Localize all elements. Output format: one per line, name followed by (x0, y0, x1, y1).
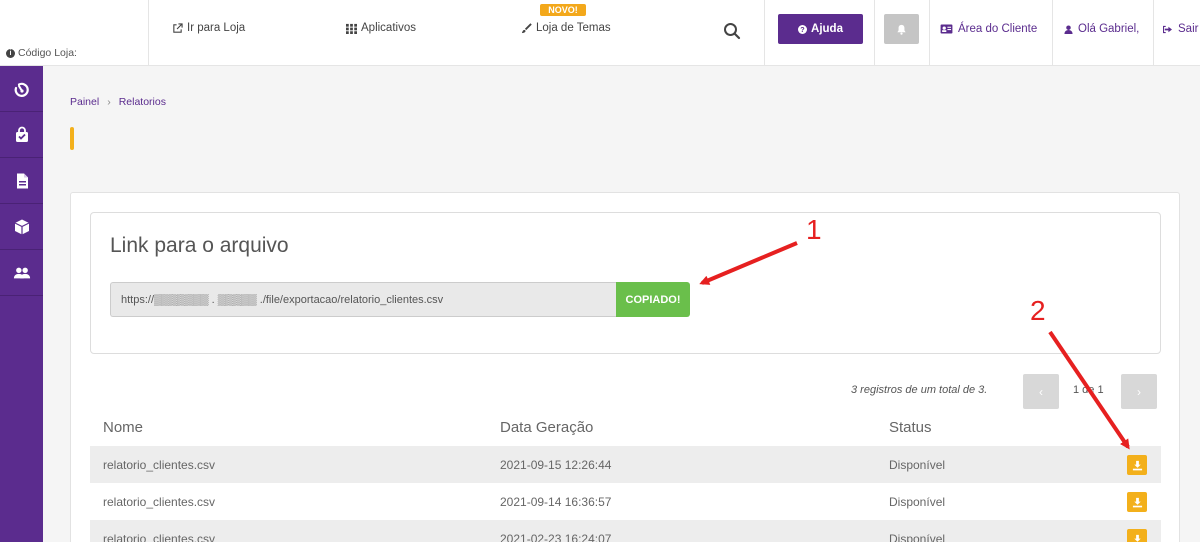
theme-store-link[interactable]: Loja de Temas (521, 22, 611, 34)
divider (874, 0, 875, 66)
id-card-icon (940, 24, 953, 34)
sidebar-item-orders[interactable] (0, 112, 43, 158)
store-code: i Código Loja: (6, 47, 77, 59)
chevron-right-icon: › (1137, 384, 1141, 399)
divider (148, 0, 149, 66)
apps-label: Aplicativos (361, 22, 416, 34)
chevron-left-icon: ‹ (1039, 384, 1043, 399)
info-icon: i (6, 48, 15, 58)
title-accent-bar (70, 127, 74, 150)
dashboard-icon (14, 82, 29, 97)
download-icon (1132, 497, 1142, 507)
logout-link[interactable]: Sair (1162, 23, 1198, 35)
download-icon (1132, 460, 1142, 470)
sidebar (0, 66, 43, 542)
divider (1052, 0, 1053, 66)
notifications-button[interactable] (884, 14, 919, 44)
table-row: relatorio_clientes.csv 2021-09-15 12:26:… (90, 446, 1161, 483)
sidebar-item-dashboard[interactable] (0, 66, 43, 112)
status: Disponível (889, 532, 946, 542)
paintbrush-icon (521, 22, 532, 33)
theme-store-label: Loja de Temas (536, 22, 611, 34)
next-page-button[interactable]: › (1121, 374, 1157, 409)
file-url-field[interactable]: https://▒▒▒▒▒▒▒ . ▒▒▒▒▒ ./file/exportaca… (110, 282, 616, 317)
status: Disponível (889, 495, 946, 509)
breadcrumb-reports: Relatorios (118, 96, 166, 108)
sidebar-item-products[interactable] (0, 204, 43, 250)
help-label: Ajuda (811, 23, 843, 35)
breadcrumb: Painel › Relatorios (70, 96, 166, 108)
breadcrumb-panel[interactable]: Painel (70, 96, 99, 108)
breadcrumb-separator: › (107, 96, 111, 108)
file-name: relatorio_clientes.csv (103, 458, 216, 472)
column-header-name[interactable]: Nome (103, 419, 143, 436)
logout-label: Sair (1178, 23, 1199, 35)
divider (764, 0, 765, 66)
apps-link[interactable]: Aplicativos (346, 22, 416, 34)
copy-button[interactable]: COPIADO! (616, 282, 690, 317)
download-button[interactable] (1127, 492, 1147, 512)
external-link-icon (173, 22, 183, 33)
previous-page-button[interactable]: ‹ (1023, 374, 1059, 409)
user-icon (1064, 24, 1073, 34)
divider (929, 0, 930, 66)
store-code-label: Código Loja: (18, 47, 77, 59)
user-greeting[interactable]: Olá Gabriel, (1064, 23, 1139, 35)
column-header-date[interactable]: Data Geração (500, 419, 593, 436)
go-to-store-label: Ir para Loja (187, 22, 246, 34)
column-header-status[interactable]: Status (889, 419, 932, 436)
sidebar-item-customers[interactable] (0, 250, 43, 296)
status: Disponível (889, 458, 946, 472)
top-bar: i Código Loja: Ir para Loja Aplicativos … (0, 0, 1200, 66)
go-to-store-link[interactable]: Ir para Loja (172, 22, 245, 34)
question-icon: ? (798, 24, 808, 34)
client-area-label: Área do Cliente (958, 23, 1038, 35)
search-icon[interactable] (723, 22, 741, 40)
bell-icon (897, 24, 906, 35)
help-button[interactable]: ? Ajuda (778, 14, 863, 44)
file-name: relatorio_clientes.csv (103, 532, 216, 542)
annotation-number-2: 2 (1030, 295, 1046, 326)
shopping-bag-icon (15, 126, 28, 142)
generation-date: 2021-02-23 16:24:07 (500, 532, 612, 542)
grid-icon (346, 23, 357, 34)
file-link-title: Link para o arquivo (110, 234, 289, 257)
download-icon (1133, 534, 1141, 542)
sidebar-item-reports[interactable] (0, 158, 43, 204)
records-info: 3 registros de um total de 3. (851, 384, 988, 396)
divider (1153, 0, 1154, 66)
client-area-link[interactable]: Área do Cliente (940, 23, 1037, 35)
table-row: relatorio_clientes.csv 2021-09-14 16:36:… (90, 483, 1161, 520)
file-name: relatorio_clientes.csv (103, 495, 216, 509)
page-indicator: 1 de 1 (1073, 384, 1104, 396)
document-icon (16, 173, 28, 188)
download-button[interactable] (1127, 529, 1147, 542)
new-badge: NOVO! (540, 4, 586, 16)
sign-out-icon (1163, 25, 1172, 33)
table-row: relatorio_clientes.csv 2021-02-23 16:24:… (90, 520, 1161, 542)
box-icon (14, 219, 29, 234)
annotation-number-1: 1 (806, 214, 822, 245)
generation-date: 2021-09-15 12:26:44 (500, 458, 612, 472)
users-icon (13, 267, 30, 278)
generation-date: 2021-09-14 16:36:57 (500, 495, 612, 509)
greeting-label: Olá Gabriel, (1078, 23, 1140, 35)
download-button[interactable] (1127, 455, 1147, 475)
svg-text:?: ? (800, 25, 804, 34)
